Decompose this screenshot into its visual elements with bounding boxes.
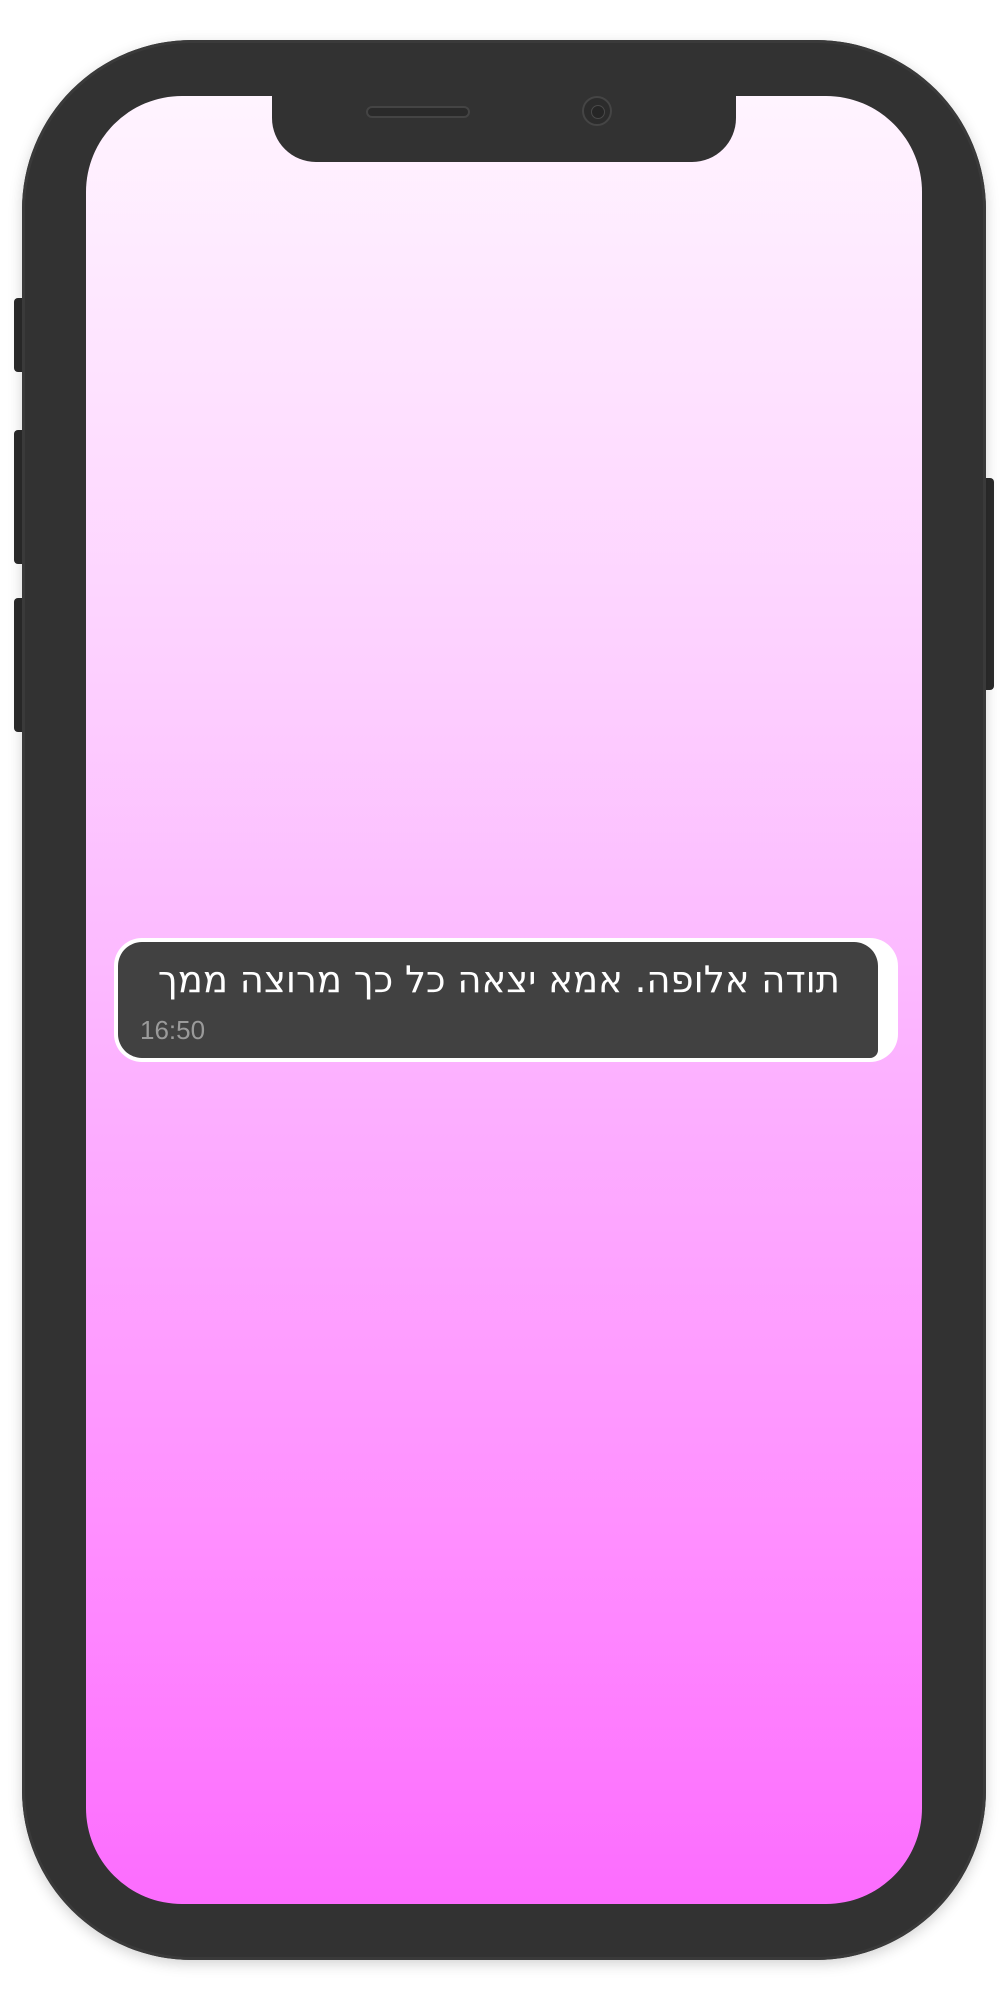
message-text: תודה אלופה. אמא יצאה כל כך מרוצה ממך (157, 958, 840, 1001)
speaker-grille (366, 106, 470, 118)
camera-icon (582, 96, 612, 126)
message-timestamp: 16:50 (140, 1015, 206, 1045)
notch (272, 96, 736, 162)
message-bubble[interactable]: תודה אלופה. אמא יצאה כל כך מרוצה ממך 16:… (118, 942, 878, 1058)
message-bubble-outline: תודה אלופה. אמא יצאה כל כך מרוצה ממך 16:… (114, 938, 898, 1062)
mockup-stage: תודה אלופה. אמא יצאה כל כך מרוצה ממך 16:… (0, 0, 1000, 2000)
